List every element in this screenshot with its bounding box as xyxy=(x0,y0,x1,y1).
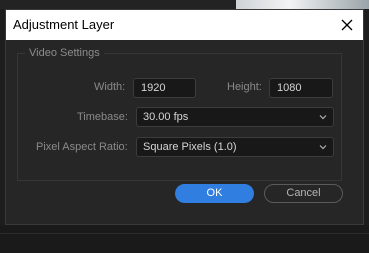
close-icon xyxy=(341,19,353,31)
pixel-aspect-ratio-dropdown[interactable]: Square Pixels (1.0) xyxy=(136,137,334,157)
pixel-aspect-ratio-label: Pixel Aspect Ratio: xyxy=(36,141,128,153)
chevron-down-icon xyxy=(319,115,327,120)
video-settings-legend: Video Settings xyxy=(25,47,104,59)
timebase-value: 30.00 fps xyxy=(143,111,189,123)
dialog-title: Adjustment Layer xyxy=(13,17,115,32)
close-button[interactable] xyxy=(336,14,358,36)
timebase-label: Timebase: xyxy=(77,111,128,123)
background-panel-bottom xyxy=(0,225,369,253)
width-field[interactable]: 1920 xyxy=(133,78,196,98)
height-label: Height: xyxy=(227,81,262,93)
background-preview xyxy=(236,0,369,9)
pixel-aspect-ratio-value: Square Pixels (1.0) xyxy=(143,141,237,153)
cancel-button[interactable]: Cancel xyxy=(264,184,343,203)
width-label: Width: xyxy=(94,81,126,93)
chevron-down-icon xyxy=(319,145,327,150)
divider xyxy=(0,233,369,234)
ok-button[interactable]: OK xyxy=(175,184,254,203)
dialog-titlebar: Adjustment Layer xyxy=(6,10,363,40)
height-field[interactable]: 1080 xyxy=(269,78,333,98)
timebase-dropdown[interactable]: 30.00 fps xyxy=(136,107,334,127)
